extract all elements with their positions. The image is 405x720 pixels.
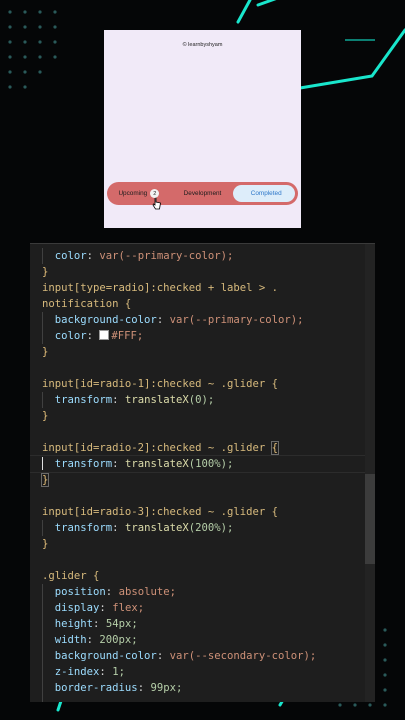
brand-watermark: © learnbyshyam	[182, 42, 223, 48]
code-line: }	[42, 538, 49, 550]
editor-scrollbar[interactable]	[365, 474, 375, 564]
code-line: input[type=radio]:checked + label > .	[42, 282, 278, 294]
code-line: transform: translateX(100%);	[54, 458, 234, 470]
code-line: input[id=radio-3]:checked ~ .glider {	[42, 506, 278, 518]
code-line: }	[42, 410, 49, 422]
code-line: display: flex;	[54, 602, 145, 614]
notification-badge: 2	[150, 189, 160, 198]
code-line: background-color: var(--secondary-color)…	[54, 650, 317, 662]
code-line: }	[42, 266, 49, 278]
code-line: input[id=radio-2]:checked ~ .glider {	[42, 441, 280, 455]
preview-card: © learnbyshyam Upcoming 2 Development Co…	[104, 30, 301, 228]
code-line: border-radius: 99px;	[54, 682, 183, 694]
code-editor[interactable]: color: var(--primary-color); } input[typ…	[30, 243, 375, 702]
tab-development-label: Development	[183, 190, 222, 197]
code-line: height: 54px;	[54, 618, 138, 630]
code-line: }	[40, 473, 50, 487]
code-line: notification {	[42, 298, 132, 310]
text-cursor	[42, 457, 43, 470]
color-swatch-icon[interactable]	[99, 330, 110, 340]
code-line: }	[42, 346, 49, 358]
tab-development[interactable]: Development	[171, 182, 235, 205]
code-line: position: absolute;	[54, 586, 176, 598]
code-line: z-index: 1;	[54, 666, 125, 678]
code-line: width: 200px;	[54, 634, 138, 646]
editor-scroll-track	[365, 244, 375, 702]
tab-completed-label: Completed	[250, 190, 282, 197]
tab-completed[interactable]: Completed	[234, 182, 298, 205]
code-line: transform: translateX(0);	[54, 394, 215, 406]
code-line: color: var(--primary-color);	[54, 250, 234, 262]
code-line: input[id=radio-1]:checked ~ .glider {	[42, 378, 278, 390]
code-line: color: #FFF;	[54, 330, 144, 342]
status-tabs: Upcoming 2 Development Completed	[107, 182, 298, 205]
code-line: .glider {	[42, 570, 100, 582]
code-line: background-color: var(--primary-color);	[54, 314, 304, 326]
tab-upcoming[interactable]: Upcoming 2	[107, 182, 171, 205]
code-line: transform: translateX(200%);	[54, 522, 234, 534]
tab-upcoming-label: Upcoming	[118, 190, 148, 197]
